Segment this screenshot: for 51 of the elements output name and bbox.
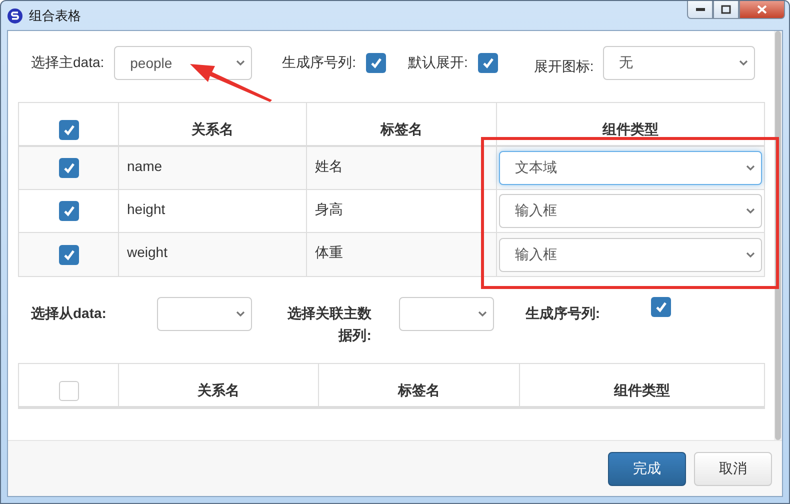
checkbox[interactable] xyxy=(58,158,78,178)
close-button[interactable] xyxy=(739,1,785,19)
component-type-select[interactable]: 输入框 xyxy=(499,238,762,272)
field-label: 默认展开: xyxy=(408,54,468,72)
table-cell: weight xyxy=(119,233,307,276)
field-label: 生成序号列: xyxy=(282,54,356,72)
field-label: 选择主data: xyxy=(31,54,104,72)
chevron-icon xyxy=(746,208,755,214)
app-logo-icon xyxy=(7,8,23,24)
column-header: 关系名 xyxy=(119,364,319,408)
chevron-icon xyxy=(746,165,755,171)
window-title: 组合表格 xyxy=(29,6,82,24)
master-data-select[interactable]: people xyxy=(114,46,252,80)
maximize-button[interactable] xyxy=(713,1,739,19)
field-label: 生成序号列: xyxy=(525,304,602,323)
checkbox[interactable] xyxy=(478,53,498,73)
check-icon xyxy=(482,57,494,69)
chevron-icon xyxy=(738,60,748,66)
component-type-select[interactable]: 文本域 xyxy=(499,151,762,185)
maximize-icon xyxy=(721,5,731,14)
check-icon xyxy=(62,162,74,174)
checkbox[interactable] xyxy=(651,297,672,317)
field-label: 展开图标: xyxy=(534,58,594,76)
field-label: 选择从data: xyxy=(31,304,108,323)
table-cell: 姓名 xyxy=(307,147,497,190)
field-label: 选择关联主数据列: xyxy=(286,304,372,345)
chevron-icon xyxy=(236,311,245,317)
column-header: 组件类型 xyxy=(520,364,764,408)
table-cell: name xyxy=(119,147,307,190)
check-icon xyxy=(370,57,382,69)
checkbox[interactable] xyxy=(58,244,78,264)
chevron-icon xyxy=(236,60,246,66)
chevron-icon xyxy=(478,311,488,317)
minimize-button[interactable] xyxy=(687,1,713,19)
cancel-button[interactable]: 取消 xyxy=(694,452,772,486)
check-icon xyxy=(655,301,668,313)
table-cell: 体重 xyxy=(307,233,497,276)
expand-icon-select[interactable]: 无 xyxy=(602,46,755,80)
check-icon xyxy=(62,124,74,136)
chevron-icon xyxy=(746,252,755,258)
checkbox[interactable] xyxy=(58,381,78,401)
checkbox[interactable] xyxy=(58,120,78,140)
check-icon xyxy=(62,205,74,217)
checkbox[interactable] xyxy=(366,53,386,73)
minimize-icon xyxy=(696,8,704,11)
checkbox[interactable] xyxy=(58,201,78,221)
component-type-select[interactable]: 输入框 xyxy=(499,194,762,228)
close-icon xyxy=(757,5,767,14)
check-icon xyxy=(62,248,74,260)
column-header: 标签名 xyxy=(319,364,520,408)
confirm-button[interactable]: 完成 xyxy=(608,452,686,486)
